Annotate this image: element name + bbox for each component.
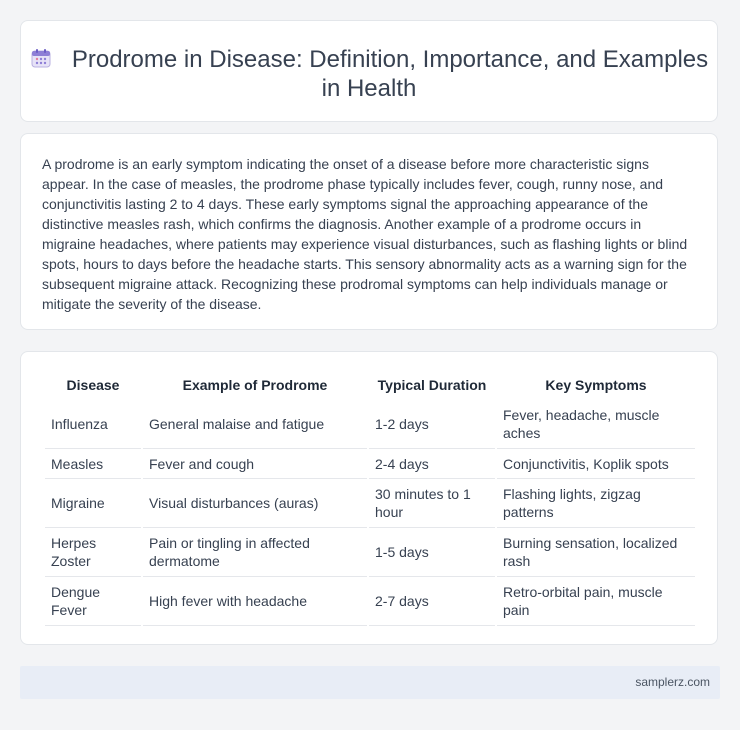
cell-symptoms: Fever, headache, muscle aches <box>497 400 695 449</box>
cell-symptoms: Retro-orbital pain, muscle pain <box>497 577 695 626</box>
table-row: Dengue Fever High fever with headache 2-… <box>45 577 695 626</box>
cell-prodrome: Visual disturbances (auras) <box>143 479 367 528</box>
cell-disease: Migraine <box>45 479 141 528</box>
table-row: Migraine Visual disturbances (auras) 30 … <box>45 479 695 528</box>
cell-symptoms: Burning sensation, localized rash <box>497 528 695 577</box>
footer-site-link[interactable]: samplerz.com <box>635 675 710 689</box>
title-card: Prodrome in Disease: Definition, Importa… <box>20 20 718 122</box>
table-row: Herpes Zoster Pain or tingling in affect… <box>45 528 695 577</box>
cell-disease: Influenza <box>45 400 141 449</box>
cell-duration: 30 minutes to 1 hour <box>369 479 495 528</box>
cell-prodrome: Fever and cough <box>143 449 367 479</box>
table-header-row: Disease Example of Prodrome Typical Dura… <box>45 370 695 400</box>
header-prodrome: Example of Prodrome <box>182 377 328 393</box>
table-row: Measles Fever and cough 2-4 days Conjunc… <box>45 449 695 479</box>
page-title: Prodrome in Disease: Definition, Importa… <box>21 45 717 103</box>
table-row: Influenza General malaise and fatigue 1-… <box>45 400 695 449</box>
cell-disease: Measles <box>45 449 141 479</box>
cell-symptoms: Flashing lights, zigzag patterns <box>497 479 695 528</box>
cell-disease: Herpes Zoster <box>45 528 141 577</box>
cell-duration: 2-4 days <box>369 449 495 479</box>
footer-bar: samplerz.com <box>20 666 720 699</box>
header-disease: Disease <box>66 377 120 393</box>
cell-duration: 2-7 days <box>369 577 495 626</box>
header-symptoms: Key Symptoms <box>545 377 647 393</box>
cell-prodrome: High fever with headache <box>143 577 367 626</box>
header-duration: Typical Duration <box>377 377 487 393</box>
cell-disease: Dengue Fever <box>45 577 141 626</box>
table-card: Disease Example of Prodrome Typical Dura… <box>20 351 718 645</box>
cell-prodrome: Pain or tingling in affected dermatome <box>143 528 367 577</box>
description-card: A prodrome is an early symptom indicatin… <box>20 133 718 330</box>
calendar-icon <box>31 49 51 68</box>
cell-prodrome: General malaise and fatigue <box>143 400 367 449</box>
cell-duration: 1-2 days <box>369 400 495 449</box>
page-title-text: Prodrome in Disease: Definition, Importa… <box>71 46 709 102</box>
cell-symptoms: Conjunctivitis, Koplik spots <box>497 449 695 479</box>
description-paragraph: A prodrome is an early symptom indicatin… <box>42 156 688 312</box>
cell-duration: 1-5 days <box>369 528 495 577</box>
prodrome-table: Disease Example of Prodrome Typical Dura… <box>43 370 697 626</box>
